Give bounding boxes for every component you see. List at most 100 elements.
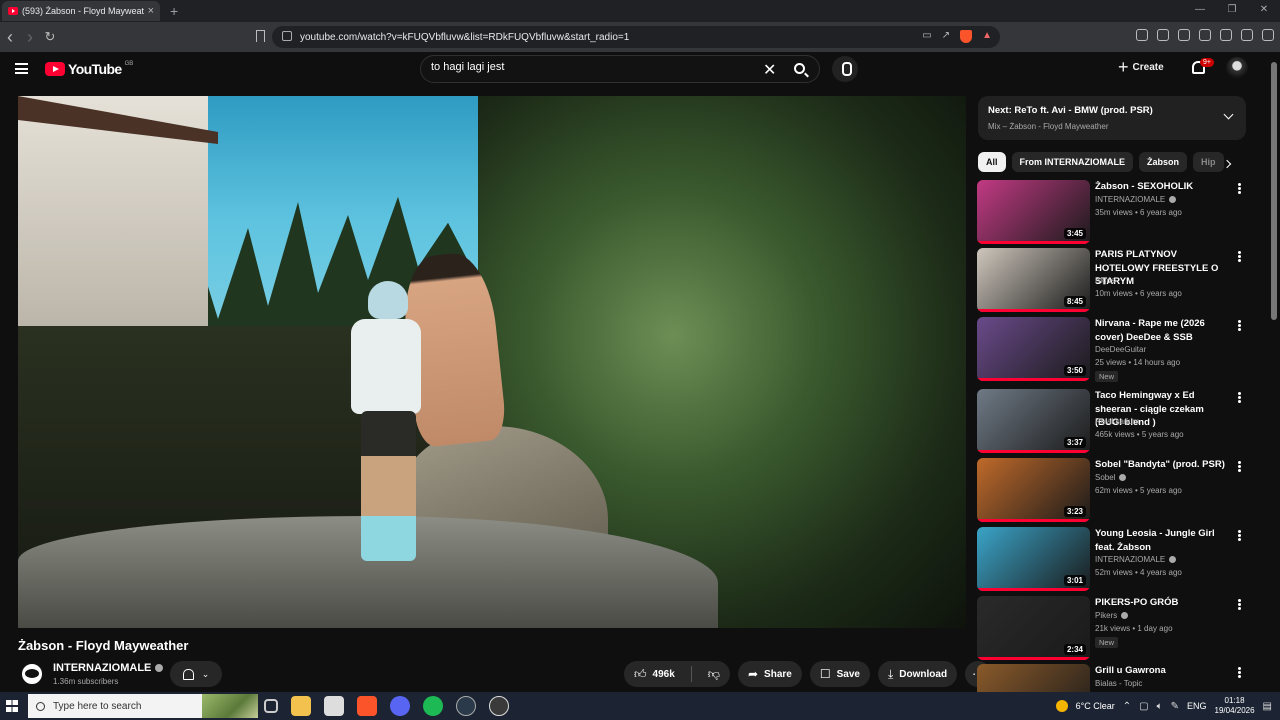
leo-ai-icon[interactable]: [1220, 29, 1232, 41]
recommendation-item[interactable]: 3:45 Żabson - SEXOHOLIK INTERNAZIOMALE 35m …: [977, 180, 1247, 244]
vpn-icon[interactable]: [1241, 29, 1253, 41]
notification-center-icon[interactable]: ▤: [1263, 701, 1272, 712]
language-indicator[interactable]: ENG: [1187, 701, 1207, 711]
recommendation-title[interactable]: Nirvana - Rape me (2026 cover) DeeDee & …: [1095, 317, 1233, 344]
chip-zabson[interactable]: Żabson: [1139, 152, 1188, 172]
expand-chevron-icon[interactable]: [1223, 109, 1234, 120]
recommendation-title[interactable]: Grill u Gawrona: [1095, 664, 1233, 678]
close-window-button[interactable]: ✕: [1248, 0, 1280, 22]
recommendation-item[interactable]: 3:50 Nirvana - Rape me (2026 cover) DeeDe…: [977, 317, 1247, 382]
more-vertical-icon[interactable]: [1238, 461, 1241, 464]
chip-from-channel[interactable]: From INTERNAZIOMALE: [1011, 152, 1134, 172]
share-page-icon[interactable]: ↗: [942, 30, 950, 43]
video-thumbnail[interactable]: 3:50: [977, 317, 1090, 381]
create-button[interactable]: + Create: [1118, 58, 1164, 76]
recommendation-item[interactable]: 2:34 PIKERS-PO GRÓB Pikers 21k views • 1 da…: [977, 596, 1247, 660]
wallet-icon[interactable]: [1199, 29, 1211, 41]
recommendation-item[interactable]: 8:45 PARIS PLATYNOV HOTELOWY FREESTYLE O …: [977, 248, 1247, 312]
forward-button[interactable]: ›: [20, 27, 40, 48]
channel-name[interactable]: INTERNAZIOMALE: [53, 662, 164, 674]
clear-search-icon[interactable]: ✕: [763, 60, 776, 80]
maximize-button[interactable]: ❐: [1216, 0, 1248, 22]
video-thumbnail[interactable]: 8:45: [977, 248, 1090, 312]
spotify-icon[interactable]: [423, 696, 443, 716]
pen-icon[interactable]: ✎: [1171, 701, 1179, 712]
video-thumbnail[interactable]: 3:45: [977, 180, 1090, 244]
channel-avatar[interactable]: [20, 662, 44, 686]
video-thumbnail[interactable]: 3:01: [977, 527, 1090, 591]
more-vertical-icon[interactable]: [1238, 183, 1241, 186]
steam-icon[interactable]: [456, 696, 476, 716]
browser-tab-active[interactable]: (593) Żabson - Floyd Mayweather ×: [2, 1, 160, 21]
clock[interactable]: 01:18 19/04/2026: [1215, 696, 1255, 716]
windows-start-icon[interactable]: [6, 700, 18, 712]
site-settings-icon[interactable]: [282, 31, 292, 41]
reload-button[interactable]: ↻: [40, 29, 60, 45]
recommendation-channel[interactable]: INTERNAZIOMALE: [1095, 195, 1177, 204]
recommendation-channel[interactable]: Bialas - Topic: [1095, 679, 1142, 688]
recommendation-channel[interactable]: Sobel: [1095, 473, 1127, 482]
back-button[interactable]: ‹: [0, 27, 20, 48]
youtube-logo[interactable]: YouTube GB: [45, 61, 133, 77]
brave-shields-icon[interactable]: [960, 30, 973, 43]
media-player-icon[interactable]: [489, 696, 509, 716]
recommendation-item[interactable]: 3:01 Young Leosia - Jungle Girl feat. Żab…: [977, 527, 1247, 591]
discord-icon[interactable]: [390, 696, 410, 716]
recommendation-channel[interactable]: INTERNAZIOMALE: [1095, 555, 1177, 564]
sidebar-icon[interactable]: [1178, 29, 1190, 41]
recommendation-channel[interactable]: Relaksarium: [1095, 417, 1139, 426]
more-vertical-icon[interactable]: [1238, 599, 1241, 602]
search-icon[interactable]: [794, 63, 805, 74]
more-vertical-icon[interactable]: [1238, 530, 1241, 533]
brave-browser-icon[interactable]: [357, 696, 377, 716]
recommendation-item[interactable]: 3:37 Taco Hemingway x Ed sheeran - ciągle…: [977, 389, 1247, 453]
more-vertical-icon[interactable]: [1238, 392, 1241, 395]
file-explorer-icon[interactable]: [291, 696, 311, 716]
music-icon[interactable]: [1157, 29, 1169, 41]
hamburger-menu-icon[interactable]: [15, 63, 28, 74]
task-view-icon[interactable]: [264, 699, 278, 713]
more-vertical-icon[interactable]: [1238, 320, 1241, 323]
cast-icon[interactable]: ▭: [922, 30, 931, 43]
brave-rewards-icon[interactable]: ▲: [982, 30, 992, 43]
share-button[interactable]: ➦ Share: [737, 661, 802, 687]
taskbar-search-box[interactable]: Type here to search: [28, 694, 258, 718]
minimize-button[interactable]: —: [1184, 0, 1216, 22]
microsoft-store-icon[interactable]: [324, 696, 344, 716]
account-avatar[interactable]: [1226, 57, 1248, 79]
extension-icon[interactable]: [1136, 29, 1148, 41]
voice-search-mic-icon[interactable]: [832, 56, 858, 82]
playlist-next-panel[interactable]: Next: ReTo ft. Avi - BMW (prod. PSR) Mix…: [978, 96, 1246, 140]
menu-icon[interactable]: [1262, 29, 1274, 41]
chip-all[interactable]: All: [978, 152, 1006, 172]
tab-close-button[interactable]: ×: [148, 5, 154, 17]
recommendation-title[interactable]: Young Leosia - Jungle Girl feat. Żabson: [1095, 527, 1233, 554]
show-hidden-icons-chevron-icon[interactable]: ⌃: [1123, 701, 1131, 712]
more-vertical-icon[interactable]: [1238, 251, 1241, 254]
video-thumbnail[interactable]: 2:34: [977, 596, 1090, 660]
subscription-notifications-button[interactable]: ⌄: [170, 661, 222, 687]
scrollbar-thumb[interactable]: [1271, 62, 1277, 320]
recommendation-item[interactable]: 3:23 Sobel "Bandyta" (prod. PSR) Sobel 62m …: [977, 458, 1247, 522]
video-thumbnail[interactable]: 3:37: [977, 389, 1090, 453]
recommendation-title[interactable]: Żabson - SEXOHOLIK: [1095, 180, 1233, 194]
recommendation-channel[interactable]: DeeDeeGuitar: [1095, 345, 1146, 354]
search-input[interactable]: [431, 61, 751, 73]
video-player[interactable]: [18, 96, 966, 628]
bookmark-icon[interactable]: [256, 30, 265, 42]
recommendation-title[interactable]: PIKERS-PO GRÓB: [1095, 596, 1233, 610]
chip-hip[interactable]: Hip: [1193, 152, 1224, 172]
like-button[interactable]: 👍︎ 496k: [624, 661, 685, 687]
more-vertical-icon[interactable]: [1238, 667, 1241, 670]
video-thumbnail[interactable]: 3:23: [977, 458, 1090, 522]
network-icon[interactable]: ▢: [1139, 701, 1148, 712]
recommendation-title[interactable]: Sobel "Bandyta" (prod. PSR): [1095, 458, 1233, 472]
weather-text[interactable]: 6°C Clear: [1076, 701, 1115, 711]
recommendation-channel[interactable]: Pikers: [1095, 611, 1129, 620]
dislike-button[interactable]: 👎︎: [698, 661, 730, 687]
new-tab-button[interactable]: +: [170, 3, 178, 19]
save-button[interactable]: ☐ Save: [809, 661, 870, 687]
download-button[interactable]: ⤓ Download: [877, 661, 958, 687]
volume-icon[interactable]: 🔈︎: [1157, 701, 1163, 712]
recommendation-title[interactable]: PARIS PLATYNOV HOTELOWY FREESTYLE O STAR…: [1095, 248, 1233, 289]
